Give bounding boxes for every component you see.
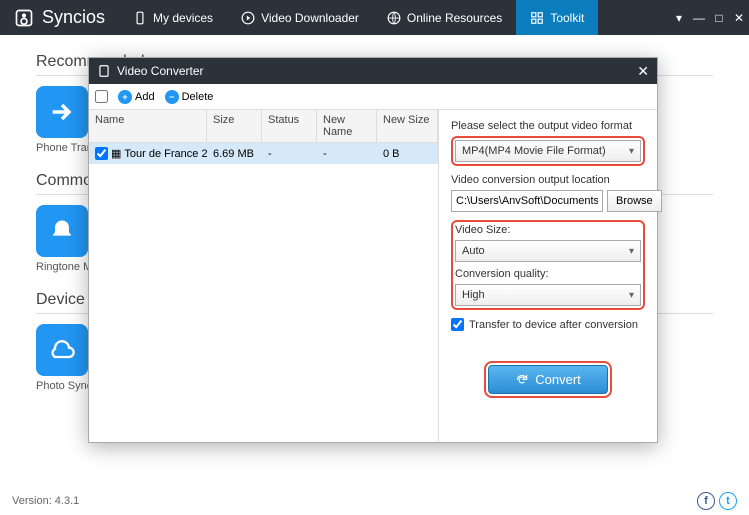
row-name: Tour de France 20... [124, 148, 207, 160]
dialog-toolbar: + Add − Delete [89, 84, 657, 110]
video-size-label: Video Size: [455, 224, 641, 236]
convert-button[interactable]: Convert [488, 365, 608, 394]
row-status: - [262, 144, 317, 164]
row-checkbox[interactable] [95, 147, 108, 160]
size-quality-highlight: Video Size: Auto Conversion quality: Hig… [451, 220, 645, 310]
dialog-titlebar[interactable]: Video Converter ✕ [89, 58, 657, 84]
nav-my-devices-label: My devices [153, 11, 213, 25]
col-name[interactable]: Name [89, 110, 207, 142]
file-list: Name Size Status New Name New Size ▦ Tou… [89, 110, 439, 442]
syncios-icon [14, 8, 34, 28]
row-newsize: 0 B [377, 144, 438, 164]
delete-label: Delete [182, 91, 214, 103]
app-name: Syncios [42, 7, 105, 28]
location-input[interactable] [451, 190, 603, 212]
bell-icon [48, 217, 76, 245]
maximize-button[interactable]: □ [709, 11, 729, 25]
add-button[interactable]: + Add [114, 88, 159, 106]
format-highlight: MP4(MP4 Movie File Format) [451, 136, 645, 166]
col-newsize[interactable]: New Size [377, 110, 438, 142]
globe-icon [387, 11, 401, 25]
delete-button[interactable]: − Delete [161, 88, 218, 106]
col-size[interactable]: Size [207, 110, 262, 142]
app-bar: Syncios My devices Video Downloader Onli… [0, 0, 749, 35]
select-all-checkbox[interactable] [95, 90, 108, 103]
table-row[interactable]: ▦ Tour de France 20... 6.69 MB - - 0 B [89, 143, 438, 164]
app-logo: Syncios [0, 7, 119, 28]
video-converter-dialog: Video Converter ✕ + Add − Delete Name Si… [88, 57, 658, 443]
add-label: Add [135, 91, 155, 103]
transfer-icon [48, 98, 76, 126]
nav-toolkit[interactable]: Toolkit [516, 0, 598, 35]
tile-phone-transfer[interactable] [36, 86, 88, 138]
nav-video-downloader[interactable]: Video Downloader [227, 0, 373, 35]
tile-photo[interactable] [36, 324, 88, 376]
format-label: Please select the output video format [451, 120, 645, 132]
quality-select[interactable]: High [455, 284, 641, 306]
browse-button[interactable]: Browse [607, 190, 662, 212]
phone-icon [133, 11, 147, 25]
social-links: f t [697, 492, 737, 510]
nav-toolkit-label: Toolkit [550, 11, 584, 25]
dialog-close-button[interactable]: ✕ [637, 63, 649, 80]
nav-video-downloader-label: Video Downloader [261, 11, 359, 25]
quality-label: Conversion quality: [455, 268, 641, 280]
facebook-icon[interactable]: f [697, 492, 715, 510]
menu-dropdown[interactable]: ▾ [669, 11, 689, 25]
delete-icon: − [165, 90, 179, 104]
version-label: Version: 4.3.1 [12, 495, 79, 507]
dialog-title: Video Converter [117, 64, 204, 78]
nav-my-devices[interactable]: My devices [119, 0, 227, 35]
location-label: Video conversion output location [451, 174, 645, 186]
transfer-checkbox[interactable] [451, 318, 464, 331]
converter-icon [97, 64, 111, 78]
file-icon: ▦ [111, 147, 121, 160]
transfer-checkbox-row[interactable]: Transfer to device after conversion [451, 318, 645, 331]
convert-highlight: Convert [484, 361, 612, 398]
nav-online-resources-label: Online Resources [407, 11, 502, 25]
cloud-icon [48, 336, 76, 364]
col-status[interactable]: Status [262, 110, 317, 142]
refresh-icon [515, 373, 529, 387]
video-size-select[interactable]: Auto [455, 240, 641, 262]
table-header: Name Size Status New Name New Size [89, 110, 438, 143]
col-newname[interactable]: New Name [317, 110, 377, 142]
play-icon [241, 11, 255, 25]
tile-ringtone[interactable] [36, 205, 88, 257]
add-icon: + [118, 90, 132, 104]
minimize-button[interactable]: — [689, 11, 709, 25]
transfer-label: Transfer to device after conversion [469, 319, 638, 331]
twitter-icon[interactable]: t [719, 492, 737, 510]
row-newname: - [317, 144, 377, 164]
nav-online-resources[interactable]: Online Resources [373, 0, 516, 35]
grid-icon [530, 11, 544, 25]
convert-label: Convert [535, 372, 581, 387]
close-button[interactable]: ✕ [729, 11, 749, 25]
footer: Version: 4.3.1 f t [0, 487, 749, 515]
row-size: 6.69 MB [207, 144, 262, 164]
format-select[interactable]: MP4(MP4 Movie File Format) [455, 140, 641, 162]
options-panel: Please select the output video format MP… [439, 110, 657, 442]
